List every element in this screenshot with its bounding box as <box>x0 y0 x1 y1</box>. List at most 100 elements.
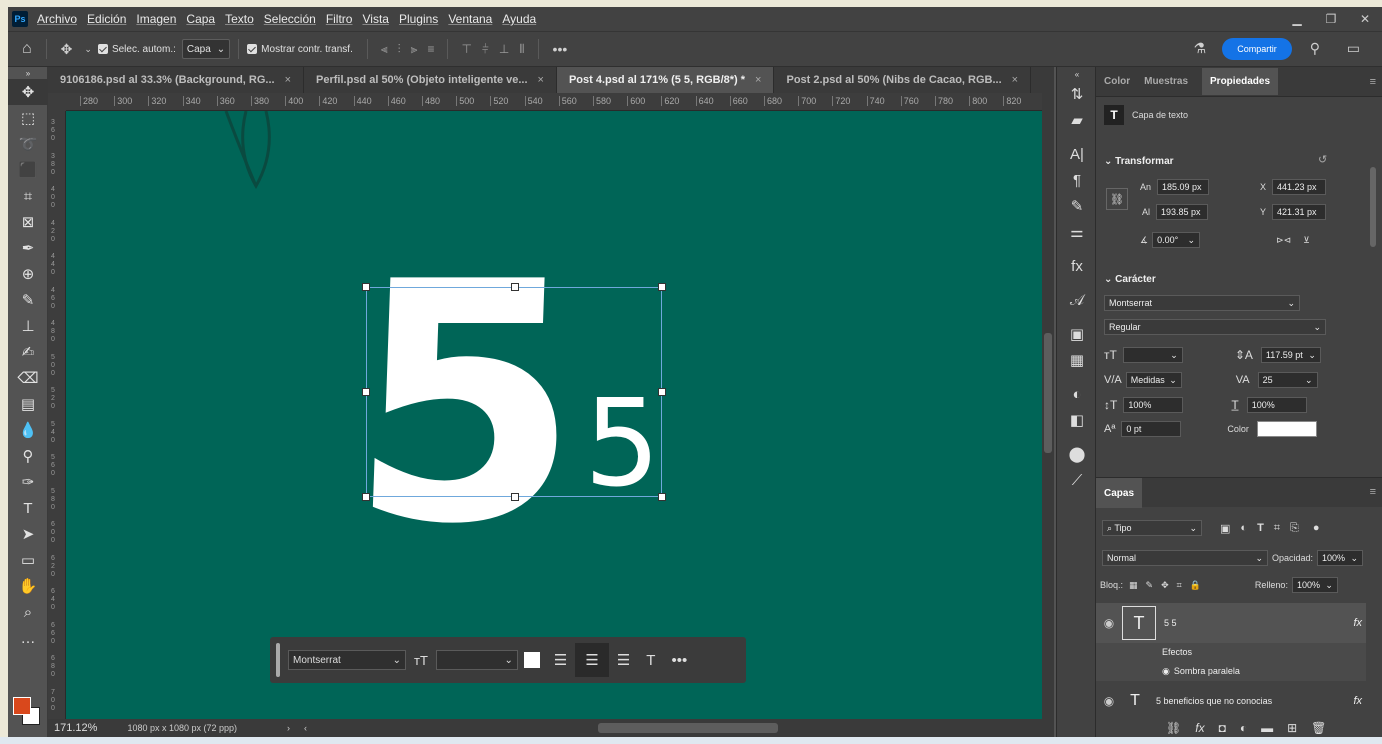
foreground-color-swatch[interactable] <box>13 697 31 715</box>
dodge-tool[interactable]: ⚲ <box>8 443 48 469</box>
horizontal-ruler[interactable]: 280 300 320 340 360 380 400 420 440 460 480 500 520 5… <box>66 93 1054 111</box>
transform-handle[interactable] <box>362 283 370 291</box>
layer-name[interactable]: 5 beneficios que no conocias <box>1156 696 1272 706</box>
path-select-tool[interactable]: ➤ <box>8 521 48 547</box>
align-right-text-icon[interactable]: ☰ <box>617 651 630 669</box>
flip-vertical-icon[interactable]: ⊻ <box>1303 235 1310 246</box>
tab-muestras[interactable]: Muestras <box>1144 76 1188 87</box>
frame-icon[interactable]: ◧ <box>1057 407 1097 433</box>
menu-vista[interactable]: Vista <box>362 12 388 26</box>
eyedropper-tool[interactable]: ✒ <box>8 235 48 261</box>
collapse-icon[interactable]: « <box>1057 67 1097 81</box>
filter-smart-icon[interactable]: ⎘ <box>1290 522 1299 535</box>
share-button[interactable]: Compartir <box>1222 38 1292 60</box>
paragraph-icon[interactable]: ¶ <box>1057 167 1097 193</box>
link-icon[interactable]: ⛓ <box>1106 188 1128 210</box>
lock-paint-icon[interactable]: ✎ <box>1146 580 1154 591</box>
minimize-button[interactable]: ▁ <box>1280 7 1314 31</box>
paths-icon[interactable]: ⟋ <box>1057 467 1097 493</box>
ctx-color-swatch[interactable] <box>523 652 540 668</box>
chevron-right-icon[interactable]: › <box>287 723 290 733</box>
auto-select-checkbox[interactable]: Selec. autom.: <box>97 44 176 55</box>
menu-ayuda[interactable]: Ayuda <box>502 12 536 26</box>
hand-tool[interactable]: ✋ <box>8 573 48 599</box>
align-center-text-icon[interactable]: ☰ <box>575 643 609 677</box>
history-icon[interactable]: ⇅ <box>1057 81 1097 107</box>
transform-handle[interactable] <box>511 283 519 291</box>
swatches-icon[interactable]: ▣ <box>1057 321 1097 347</box>
menu-plugins[interactable]: Plugins <box>399 12 438 26</box>
horizontal-scrollbar[interactable] <box>598 723 778 733</box>
filter-adjust-icon[interactable]: ◐ <box>1240 522 1247 534</box>
more-options-button[interactable]: ••• <box>553 41 568 57</box>
object-select-tool[interactable]: ⬛ <box>8 157 48 183</box>
tab-9106186[interactable]: 9106186.psd al 33.3% (Background, RG... × <box>48 67 305 93</box>
ctx-font-dropdown[interactable]: Montserrat ⌄ <box>288 650 406 670</box>
lasso-tool[interactable]: ➰ <box>8 131 48 157</box>
filter-toggle-icon[interactable]: ● <box>1313 522 1320 534</box>
vertical-scrollbar[interactable] <box>1042 93 1054 719</box>
tab-color[interactable]: Color <box>1104 76 1130 87</box>
tracking-field[interactable]: 25 ⌄ <box>1257 372 1318 388</box>
kerning-field[interactable]: Medidas ⌄ <box>1125 372 1182 388</box>
move-tool-icon[interactable]: ✥ <box>61 41 73 58</box>
gradient-tool[interactable]: ▤ <box>8 391 48 417</box>
new-adjustment-icon[interactable]: ◐ <box>1240 721 1247 735</box>
drop-shadow-row[interactable]: ◉ Sombra paralela <box>1096 661 1366 681</box>
menu-edicion[interactable]: Edición <box>87 12 126 26</box>
horizontal-scale-field[interactable]: 100% <box>1246 397 1307 413</box>
fx-icon[interactable]: fx <box>1353 617 1362 629</box>
link-layers-icon[interactable]: ⛓ <box>1166 721 1181 735</box>
lock-position-icon[interactable]: ✥ <box>1161 580 1169 591</box>
pen-tool[interactable]: ✑ <box>8 469 48 495</box>
properties-scrollbar[interactable] <box>1368 157 1378 467</box>
menu-imagen[interactable]: Imagen <box>136 12 176 26</box>
adjust-icon[interactable]: ⚌ <box>1057 219 1097 245</box>
leading-field[interactable]: 117.59 pt ⌄ <box>1260 347 1321 363</box>
document-canvas[interactable]: 5 5 Montserrat ⌄ ᴛT ⌄ ☰ ☰ ☰ T ••• <box>66 111 1042 719</box>
shape-tool[interactable]: ▭ <box>8 547 48 573</box>
lock-transparent-icon[interactable]: ▦ <box>1129 580 1138 591</box>
align-right-icon[interactable]: ⫸ <box>411 42 418 57</box>
filter-type-icon[interactable]: T <box>1257 522 1264 534</box>
text-color-swatch[interactable] <box>1256 421 1317 437</box>
filter-shape-icon[interactable]: ⌗ <box>1274 522 1280 535</box>
ctx-size-dropdown[interactable]: ⌄ <box>435 650 518 670</box>
transform-handle[interactable] <box>362 493 370 501</box>
chevron-down-icon[interactable]: ⌄ <box>84 44 92 55</box>
eye-icon[interactable]: ◉ <box>1162 666 1170 677</box>
panel-menu-icon[interactable]: ≡ <box>1370 76 1376 88</box>
align-top-icon[interactable]: ⊤ <box>461 42 471 56</box>
new-group-icon[interactable]: ▬ <box>1261 721 1273 735</box>
x-field[interactable]: 441.23 px <box>1272 179 1327 195</box>
align-bottom-icon[interactable]: ⊥ <box>499 42 509 56</box>
close-icon[interactable]: × <box>1012 74 1018 86</box>
glyphs-icon[interactable]: 𝒜 <box>1057 287 1097 313</box>
eye-icon[interactable]: ◉ <box>1096 694 1122 708</box>
show-transform-checkbox[interactable]: Mostrar contr. transf. <box>247 44 353 55</box>
text-options-icon[interactable]: T <box>646 652 655 669</box>
auto-select-dropdown[interactable]: Capa ⌄ <box>181 39 231 59</box>
menu-seleccion[interactable]: Selección <box>264 12 316 26</box>
chevron-left-icon[interactable]: ‹ <box>304 723 307 733</box>
delete-layer-icon[interactable]: 🗑 <box>1311 721 1326 735</box>
transform-bounding-box[interactable] <box>362 283 666 501</box>
distribute-icon[interactable]: ≡ <box>427 42 434 56</box>
blend-mode-dropdown[interactable]: Normal ⌄ <box>1102 550 1268 566</box>
transform-handle[interactable] <box>658 283 666 291</box>
crop-tool[interactable]: ⌗ <box>8 183 48 209</box>
zoom-level[interactable]: 171.12% <box>54 722 97 734</box>
layer-row-5-beneficios[interactable]: ◉ T 5 beneficios que no conocias fx <box>1096 683 1366 719</box>
eye-icon[interactable]: ◉ <box>1096 616 1122 630</box>
align-center-icon[interactable]: ⫶ <box>398 42 401 57</box>
styles-icon[interactable]: fx <box>1057 253 1097 279</box>
transform-handle[interactable] <box>511 493 519 501</box>
opacity-field[interactable]: 100% ⌄ <box>1317 550 1364 566</box>
tab-post-2[interactable]: Post 2.psd al 50% (Nibs de Cacao, RGB...… <box>774 67 1032 93</box>
move-tool[interactable]: ✥ <box>8 79 48 105</box>
home-icon[interactable]: ⌂ <box>22 40 32 58</box>
stamp-tool[interactable]: ⊥ <box>8 313 48 339</box>
tab-capas[interactable]: Capas <box>1096 478 1143 508</box>
tab-propiedades[interactable]: Propiedades <box>1202 68 1279 95</box>
eraser-tool[interactable]: ⌫ <box>8 365 48 391</box>
